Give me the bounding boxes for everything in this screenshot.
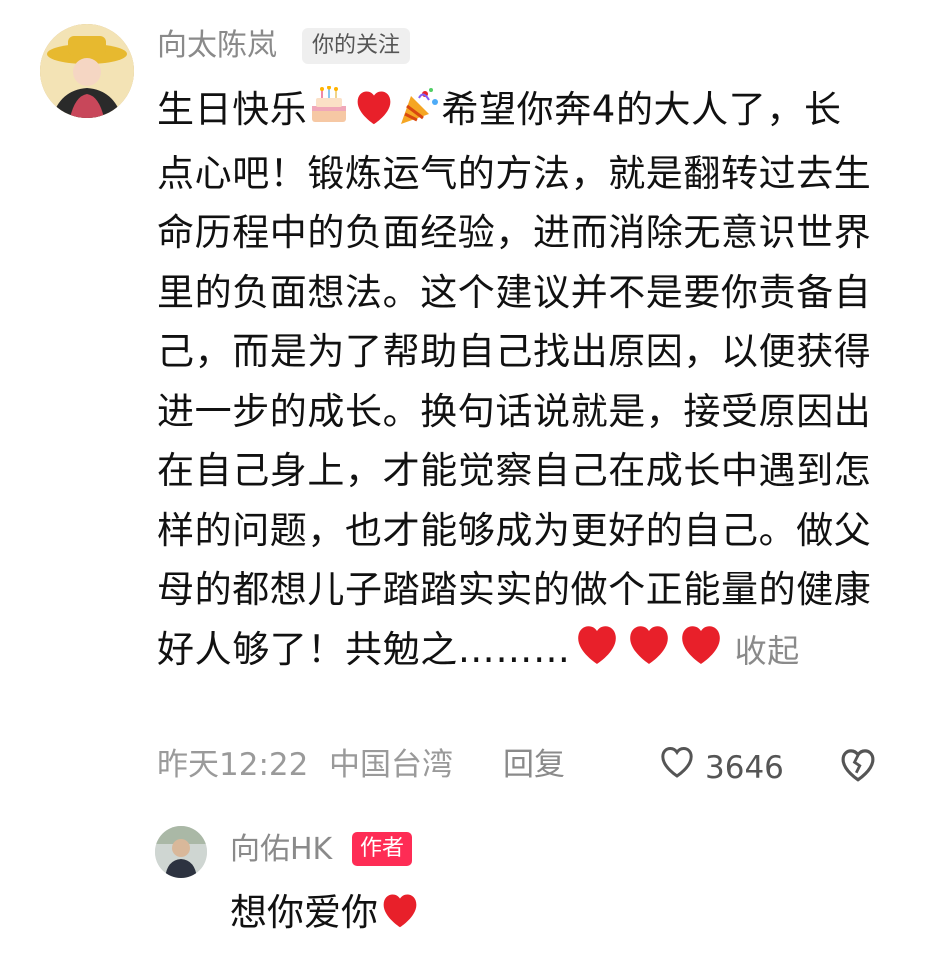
follow-badge: 你的关注	[302, 28, 411, 64]
dislike-broken-heart-icon[interactable]	[837, 744, 879, 797]
like-count: 3646	[705, 749, 784, 786]
collapse-link[interactable]: 收起	[735, 632, 800, 670]
reply-avatar-image	[155, 826, 207, 878]
reply-avatar[interactable]	[155, 826, 207, 878]
comment-thread: 向太陈岚 你的关注 生日快乐 希望你奔4的大人了，长点心吧！锻炼运气的方法，就是…	[0, 0, 930, 957]
avatar-image	[40, 24, 134, 118]
reply-button[interactable]: 回复	[503, 742, 565, 788]
comment-text-start: 生日快乐	[157, 88, 308, 131]
reply-username[interactable]: 向佑HK	[230, 830, 332, 870]
heart-icon	[378, 889, 422, 945]
heart-icon	[571, 620, 623, 684]
comment-meta: 昨天12:22 中国台湾 回复 3646	[157, 742, 887, 788]
reply-text-body: 想你爱你	[230, 891, 378, 934]
author-badge: 作者	[352, 832, 413, 866]
heart-icon	[623, 620, 675, 684]
reply-text: 想你爱你	[230, 885, 422, 945]
timestamp: 昨天12:22	[157, 747, 309, 783]
comment-text: 生日快乐 希望你奔4的大人了，长点心吧！锻炼运气的方法，就是翻转过去生命历程中的…	[157, 80, 877, 683]
like-button[interactable]: 3646	[657, 742, 784, 793]
comment-text-body: 希望你奔4的大人了，长点心吧！锻炼运气的方法，就是翻转过去生命历程中的负面经验，…	[157, 88, 872, 671]
party-popper-icon	[397, 84, 441, 144]
heart-icon	[675, 620, 727, 684]
username[interactable]: 向太陈岚	[157, 26, 277, 66]
avatar[interactable]	[40, 24, 134, 118]
location: 中国台湾	[329, 747, 453, 783]
cake-icon	[307, 84, 351, 144]
like-heart-icon	[657, 742, 697, 793]
heart-icon	[351, 84, 397, 144]
